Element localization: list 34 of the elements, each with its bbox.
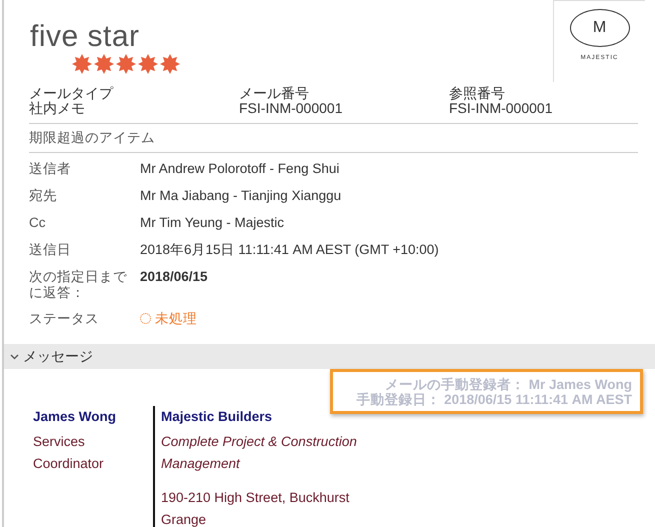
field-label: メール番号	[239, 86, 310, 101]
signature-tagline: Complete Project & Construction Management	[161, 432, 358, 473]
detail-label: 送信者	[29, 160, 72, 178]
brand-logo-mark: M	[570, 9, 630, 47]
chevron-icon[interactable]	[10, 352, 19, 361]
detail-value: Mr Tim Yeung - Majestic	[140, 214, 286, 232]
star-icon	[72, 54, 92, 74]
detail-label: Cc	[29, 214, 46, 232]
signature-name: James Wong	[33, 408, 118, 426]
star-icon	[116, 54, 136, 74]
manual-entry-box: メールの手動登録者： Mr James Wong 手動登録日： 2018/06/15 11:11:41 AM AEST	[330, 368, 643, 414]
status-text: 未処理	[155, 310, 197, 326]
signature-address: 190-210 High Street, Buckhurst Grange	[161, 488, 350, 527]
detail-value: 2018年6月15日 11:11:41 AM AEST (GMT +10:00)	[140, 242, 440, 259]
logo-wordmark: five star	[30, 22, 141, 52]
detail-label: ステータス	[29, 310, 100, 328]
detail-value: 2018/06/15	[140, 268, 209, 286]
detail-label: 送信日	[29, 242, 72, 259]
signature-company: Majestic Builders	[161, 408, 274, 426]
field-value: 社内メモ	[29, 100, 86, 116]
star-icon	[94, 54, 114, 74]
field-label: メールタイプ	[29, 86, 114, 101]
field-value: FSI-INM-000001	[239, 100, 344, 116]
detail-label: 次の指定日までに返答：	[29, 268, 128, 302]
section-title[interactable]: メッセージ	[23, 346, 93, 367]
signature-title: Services Coordinator	[33, 432, 105, 473]
field-value: FSI-INM-000001	[449, 100, 554, 116]
field-label: 参照番号	[449, 86, 506, 101]
detail-value: Mr Andrew Polorotoff - Feng Shui	[140, 160, 340, 178]
detail-label: 宛先	[29, 188, 58, 205]
star-icon	[160, 54, 180, 74]
detail-value: Mr Ma Jiabang - Tianjing Xianggu	[140, 188, 342, 205]
overdue-label: 期限超過のアイテム	[29, 124, 638, 153]
star-icon	[138, 54, 158, 74]
